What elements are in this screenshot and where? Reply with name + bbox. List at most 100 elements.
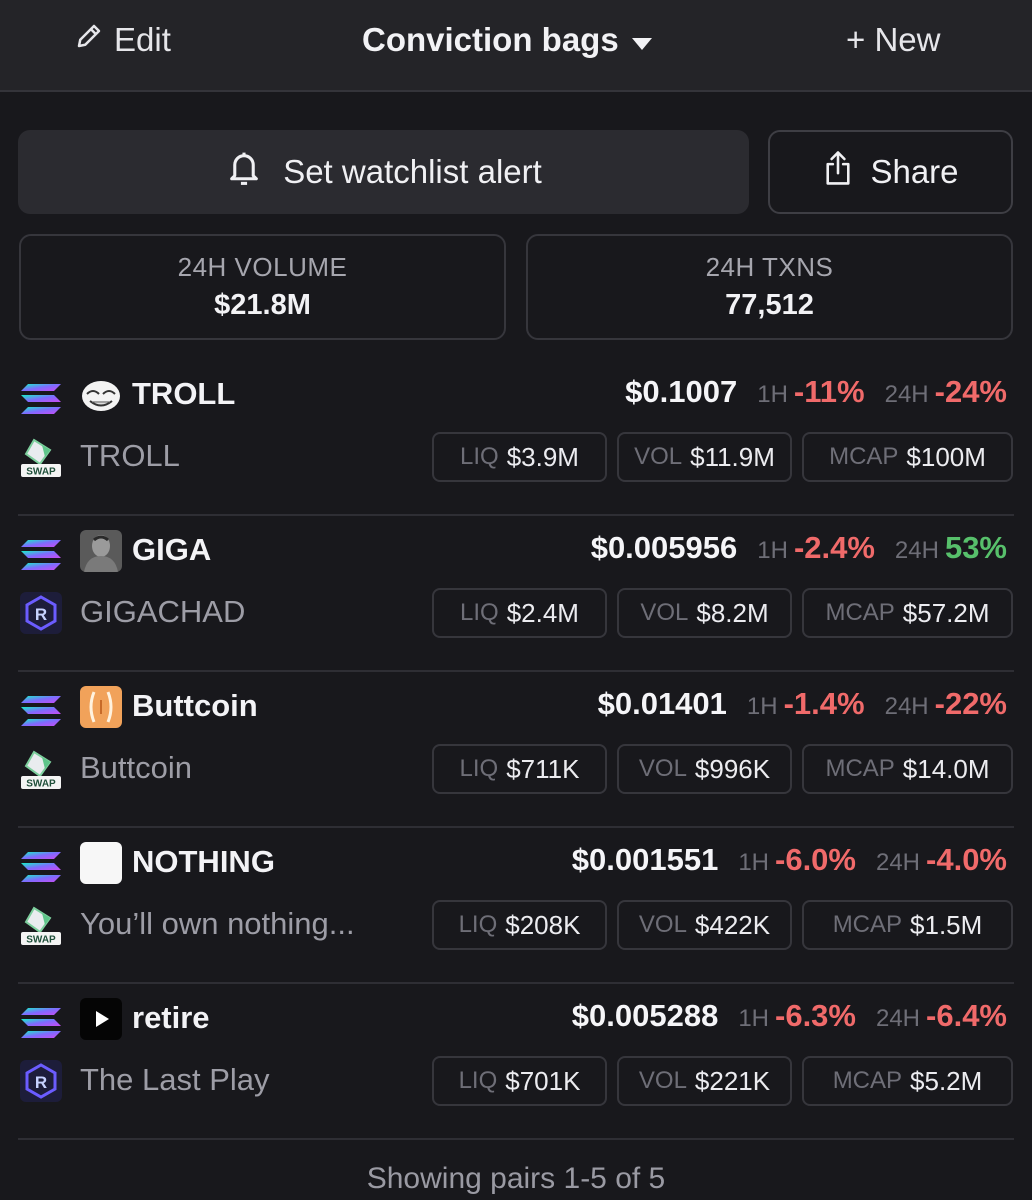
liquidity-label: LIQ — [460, 443, 499, 470]
volume-pill-value: $8.2M — [696, 597, 769, 628]
share-label: Share — [870, 153, 959, 190]
change-24h-label: 24H — [894, 537, 939, 564]
token-price: $0.1007 — [625, 374, 738, 409]
change-24h-label: 24H — [884, 381, 929, 408]
bell-icon — [225, 148, 263, 196]
change-24h-value: -4.0% — [926, 842, 1007, 877]
token-price: $0.001551 — [571, 842, 719, 877]
liquidity-label: LIQ — [459, 755, 499, 782]
price-line: $0.01401 1H -1.4% 24H -22% — [598, 686, 1007, 730]
change-1h-value: -1.4% — [783, 686, 865, 721]
pagination-status: Showing pairs 1-5 of 5 — [366, 1162, 666, 1195]
volume-pill-value: $11.9M — [690, 441, 775, 472]
change-24h-value: -24% — [934, 374, 1007, 409]
market-cap-pill: MCAP $100M — [802, 432, 1013, 482]
solana-chain-icon — [20, 382, 62, 416]
price-line: $0.005288 1H -6.3% 24H -6.4% — [572, 998, 1007, 1042]
liquidity-pill: LIQ $711K — [432, 744, 607, 794]
txns-value: 77,512 — [725, 289, 814, 321]
liquidity-value: $711K — [506, 753, 580, 784]
blank-icon — [80, 842, 122, 884]
token-name: Buttcoin — [80, 750, 193, 785]
token-price: $0.005288 — [571, 998, 719, 1033]
svg-text:SWAP: SWAP — [26, 779, 56, 790]
liquidity-pill: LIQ $701K — [432, 1056, 607, 1106]
change-24h-value: 53% — [944, 530, 1007, 565]
new-watchlist-button[interactable]: + New — [846, 18, 940, 62]
alert-label: Set watchlist alert — [283, 153, 542, 190]
market-cap-pill: MCAP $1.5M — [802, 900, 1013, 950]
market-cap-label: MCAP — [829, 443, 899, 470]
raydium-icon: R — [20, 1060, 62, 1102]
change-1h-label: 1H — [757, 537, 788, 564]
set-watchlist-alert-button[interactable]: Set watchlist alert — [18, 130, 749, 214]
change-1h-label: 1H — [757, 381, 788, 408]
market-cap-label: MCAP — [832, 911, 903, 938]
token-name: You’ll own nothing... — [80, 906, 355, 941]
volume-pill-label: VOL — [640, 599, 689, 626]
volume-value: $21.8M — [214, 289, 311, 321]
change-24h-value: -22% — [934, 686, 1007, 721]
liquidity-value: $2.4M — [506, 597, 579, 628]
share-button[interactable]: Share — [768, 130, 1013, 214]
volume-pill-value: $996K — [694, 753, 771, 784]
token-price: $0.005956 — [590, 530, 738, 565]
volume-label: 24H VOLUME — [177, 252, 348, 282]
change-24h-label: 24H — [875, 1005, 921, 1032]
pair-row[interactable]: retire R The Last Play $0.005288 1H -6.3… — [0, 984, 1032, 1140]
token-name: TROLL — [80, 438, 180, 473]
caret-down-icon — [631, 21, 653, 59]
svg-text:R: R — [35, 1073, 47, 1092]
pair-row[interactable]: GIGA R GIGACHAD $0.005956 1H -2.4% 24H 5… — [0, 516, 1032, 672]
change-1h-value: -6.0% — [775, 842, 856, 877]
volume-pill-label: VOL — [638, 1067, 687, 1094]
solana-chain-icon — [20, 1006, 62, 1040]
market-cap-pill: MCAP $57.2M — [802, 588, 1013, 638]
edit-label: Edit — [114, 21, 171, 58]
svg-text:SWAP: SWAP — [26, 935, 56, 946]
pair-row[interactable]: TROLL SWAP TROLL $0.1007 1H -11% 24H -24… — [0, 360, 1032, 516]
volume-pill-label: VOL — [634, 443, 683, 470]
change-24h-value: -6.4% — [926, 998, 1007, 1033]
market-cap-value: $1.5M — [910, 909, 983, 940]
watchlist-selector[interactable]: Conviction bags — [362, 18, 653, 62]
solana-chain-icon — [20, 538, 62, 572]
top-bar: Edit Conviction bags + New — [0, 0, 1032, 92]
volume-pill-label: VOL — [638, 755, 687, 782]
change-1h-label: 1H — [738, 1005, 769, 1032]
change-1h-label: 1H — [738, 849, 769, 876]
token-symbol: TROLL — [132, 376, 236, 411]
pencil-icon — [74, 21, 104, 59]
watchlist-title: Conviction bags — [362, 21, 619, 58]
txns-stat-card: 24H TXNS 77,512 — [526, 234, 1013, 340]
volume-pill: VOL $422K — [617, 900, 792, 950]
change-24h-label: 24H — [884, 693, 929, 720]
edit-button[interactable]: Edit — [74, 18, 171, 62]
liquidity-label: LIQ — [460, 599, 499, 626]
volume-pill: VOL $11.9M — [617, 432, 792, 482]
market-cap-label: MCAP — [832, 1067, 903, 1094]
volume-pill-label: VOL — [638, 911, 687, 938]
liquidity-value: $701K — [505, 1065, 581, 1096]
pair-row[interactable]: NOTHING SWAP You’ll own nothing... $0.00… — [0, 828, 1032, 984]
liquidity-pill: LIQ $208K — [432, 900, 607, 950]
change-1h-value: -11% — [793, 374, 865, 409]
liquidity-value: $3.9M — [506, 441, 579, 472]
share-icon — [822, 150, 854, 194]
token-symbol: NOTHING — [132, 844, 275, 879]
volume-pill: VOL $221K — [617, 1056, 792, 1106]
market-cap-value: $5.2M — [910, 1065, 983, 1096]
solana-chain-icon — [20, 850, 62, 884]
pair-row[interactable]: Buttcoin SWAP Buttcoin $0.01401 1H -1.4%… — [0, 672, 1032, 828]
svg-text:SWAP: SWAP — [26, 467, 56, 478]
txns-label: 24H TXNS — [705, 252, 834, 282]
market-cap-pill: MCAP $14.0M — [802, 744, 1013, 794]
market-cap-pill: MCAP $5.2M — [802, 1056, 1013, 1106]
volume-stat-card: 24H VOLUME $21.8M — [19, 234, 506, 340]
solana-chain-icon — [20, 694, 62, 728]
change-24h-label: 24H — [875, 849, 921, 876]
buttcoin-icon — [80, 686, 122, 728]
price-line: $0.001551 1H -6.0% 24H -4.0% — [572, 842, 1007, 886]
token-symbol: Buttcoin — [132, 688, 258, 723]
liquidity-value: $208K — [505, 909, 581, 940]
